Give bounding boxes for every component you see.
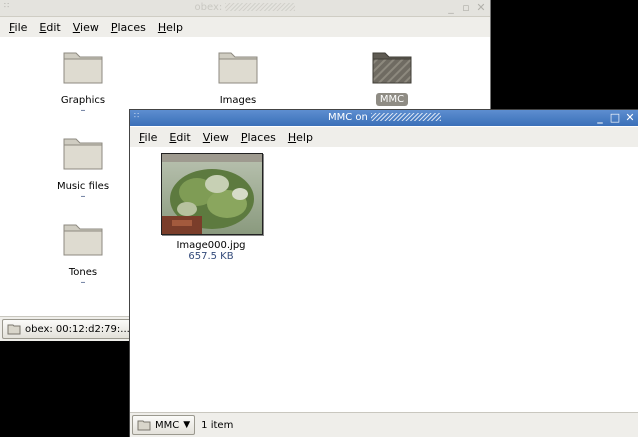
front-window-controls: _ □ ✕ [594,111,636,124]
menu-view[interactable]: View [67,21,105,34]
folder-music-files[interactable]: Music files – [33,133,133,202]
menu-file[interactable]: File [133,131,163,144]
folder-small-icon [137,420,151,431]
folder-tones[interactable]: Tones – [33,219,133,288]
item-count: 1 item [201,419,234,431]
folder-icon [63,138,103,170]
maximize-icon[interactable]: □ [609,111,621,124]
front-location-button[interactable]: MMC ▼ [132,415,196,435]
front-titlebar[interactable]: ∷ MMC on _ □ ✕ [130,110,638,126]
back-window-controls: _ ▫ ✕ [445,1,487,14]
minimize-icon[interactable]: _ [594,111,606,124]
file-image000[interactable]: Image000.jpg 657.5 KB [161,153,263,262]
maximize-icon[interactable]: ▫ [460,1,472,14]
front-icon-view[interactable]: Image000.jpg 657.5 KB [130,147,638,413]
menu-places[interactable]: Places [105,21,152,34]
folder-graphics[interactable]: Graphics – [33,47,133,116]
front-menubar: File Edit View Places Help [130,127,638,148]
menu-file[interactable]: File [3,21,33,34]
menu-help[interactable]: Help [282,131,319,144]
front-statusbar: MMC ▼ 1 item [130,412,638,437]
folder-icon [372,52,412,84]
back-menubar: File Edit View Places Help [0,17,490,37]
close-icon[interactable]: ✕ [475,1,487,14]
front-window-title: MMC on [130,112,638,123]
back-titlebar[interactable]: ∷ obex: _ ▫ ✕ [0,0,490,17]
minimize-icon[interactable]: _ [445,1,457,14]
close-icon[interactable]: ✕ [624,111,636,124]
folder-icon [63,224,103,256]
menu-edit[interactable]: Edit [33,21,66,34]
folder-icon [63,52,103,84]
menu-edit[interactable]: Edit [163,131,196,144]
menu-help[interactable]: Help [152,21,189,34]
front-window: ∷ MMC on _ □ ✕ File Edit View Places Hel… [129,109,638,437]
folder-mmc-selected[interactable]: MMC [342,47,442,106]
image-thumbnail [161,153,263,235]
chevron-down-icon: ▼ [183,420,191,430]
back-location-button[interactable]: obex: 00:12:d2:79:... ▼ [2,319,146,339]
redacted-address [225,3,296,11]
folder-images[interactable]: Images [188,47,288,106]
folder-icon [218,52,258,84]
redacted-address [371,113,442,121]
menu-view[interactable]: View [197,131,235,144]
back-window-title: obex: [0,2,490,13]
folder-small-icon [7,324,21,335]
menu-places[interactable]: Places [235,131,282,144]
